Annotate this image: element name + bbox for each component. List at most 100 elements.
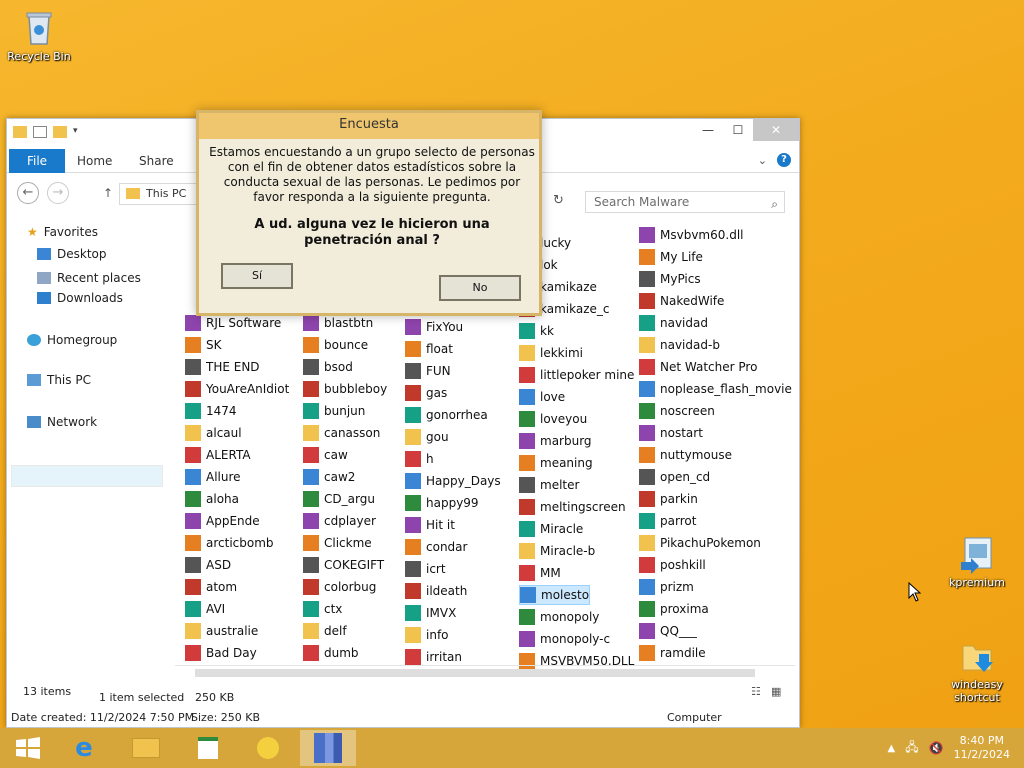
file-item[interactable]: My Life	[639, 247, 703, 267]
minimize-button[interactable]: —	[693, 119, 723, 141]
file-item[interactable]: cdplayer	[303, 511, 376, 531]
taskbar-app-active[interactable]	[300, 730, 356, 766]
help-icon[interactable]: ?	[777, 153, 791, 167]
nav-recent-places[interactable]: Recent places	[37, 271, 141, 285]
nav-network[interactable]: Network	[27, 415, 97, 429]
file-item[interactable]: ramdile	[639, 643, 706, 663]
file-item[interactable]: noscreen	[639, 401, 715, 421]
file-item[interactable]: gas	[405, 383, 447, 403]
tab-file[interactable]: File	[9, 149, 65, 173]
file-item[interactable]: Net Watcher Pro	[639, 357, 757, 377]
file-item[interactable]: Miracle-b	[519, 541, 595, 561]
file-item[interactable]: canasson	[303, 423, 380, 443]
taskbar-file-explorer[interactable]	[118, 730, 174, 766]
file-item[interactable]: monopoly	[519, 607, 599, 627]
file-item[interactable]: AVI	[185, 599, 225, 619]
no-button[interactable]: No	[439, 275, 521, 301]
file-item[interactable]: blastbtn	[303, 313, 373, 333]
properties-icon[interactable]	[33, 126, 47, 138]
chevron-up-icon[interactable]: ▲	[888, 743, 896, 754]
file-item[interactable]: aloha	[185, 489, 239, 509]
file-item[interactable]: parrot	[639, 511, 696, 531]
file-item[interactable]: YouAreAnIdiot	[185, 379, 289, 399]
file-item[interactable]: prizm	[639, 577, 694, 597]
file-item[interactable]: ALERTA	[185, 445, 251, 465]
file-item[interactable]: meltingscreen	[519, 497, 626, 517]
file-item[interactable]: proxima	[639, 599, 709, 619]
file-item[interactable]: noplease_flash_movie	[639, 379, 792, 399]
file-item[interactable]: Msvbvm60.dll	[639, 225, 743, 245]
file-item[interactable]: COKEGIFT	[303, 555, 384, 575]
file-item[interactable]: australie	[185, 621, 258, 641]
file-item[interactable]: gou	[405, 427, 449, 447]
desktop-icon-recycle-bin[interactable]: Recycle Bin	[2, 8, 76, 63]
file-item[interactable]: molesto	[519, 585, 591, 605]
nav-favorites[interactable]: ★ Favorites	[27, 225, 98, 239]
file-item[interactable]: Miracle	[519, 519, 583, 539]
file-item[interactable]: SK	[185, 335, 222, 355]
file-item[interactable]: monopoly-c	[519, 629, 610, 649]
file-item[interactable]: bounce	[303, 335, 368, 355]
large-icons-view-icon[interactable]: ▦	[771, 685, 781, 698]
desktop-icon-kpremium[interactable]: kpremium	[940, 534, 1014, 589]
file-item[interactable]: marburg	[519, 431, 592, 451]
file-item[interactable]: gonorrhea	[405, 405, 488, 425]
file-item[interactable]: loveyou	[519, 409, 587, 429]
nav-desktop[interactable]: Desktop	[37, 247, 107, 261]
file-item[interactable]: info	[405, 625, 449, 645]
file-item[interactable]: alcaul	[185, 423, 242, 443]
network-icon[interactable]: 🖧	[905, 738, 918, 759]
file-item[interactable]: Hit it	[405, 515, 455, 535]
back-button[interactable]: ←	[17, 182, 39, 204]
file-item[interactable]: float	[405, 339, 453, 359]
file-item[interactable]: irritan	[405, 647, 462, 667]
file-item[interactable]: kk	[519, 321, 554, 341]
file-item[interactable]: littlepoker mine	[519, 365, 634, 385]
details-view-icon[interactable]: ☷	[751, 685, 761, 698]
file-item[interactable]: parkin	[639, 489, 698, 509]
taskbar-app[interactable]	[240, 730, 296, 766]
file-item[interactable]: open_cd	[639, 467, 710, 487]
nav-downloads[interactable]: Downloads	[37, 291, 123, 305]
maximize-button[interactable]: ☐	[723, 119, 753, 141]
tab-home[interactable]: Home	[67, 149, 122, 173]
taskbar-internet-explorer[interactable]: e	[56, 730, 112, 766]
file-item[interactable]: Allure	[185, 467, 241, 487]
chevron-down-icon[interactable]: ⌄	[758, 154, 767, 167]
desktop-icon-windeasy[interactable]: windeasy shortcut	[940, 636, 1014, 704]
volume-muted-icon[interactable]: 🔇	[929, 741, 944, 755]
file-item[interactable]: IMVX	[405, 603, 456, 623]
file-item[interactable]: colorbug	[303, 577, 376, 597]
file-item[interactable]: Clickme	[303, 533, 372, 553]
file-item[interactable]: bunjun	[303, 401, 365, 421]
folder-icon[interactable]	[13, 126, 27, 138]
file-item[interactable]: nostart	[639, 423, 703, 443]
file-item[interactable]: RJL Software	[185, 313, 281, 333]
file-item[interactable]: bsod	[303, 357, 353, 377]
file-item[interactable]: ASD	[185, 555, 231, 575]
file-item[interactable]: MM	[519, 563, 561, 583]
horizontal-scrollbar[interactable]	[175, 665, 795, 679]
forward-button[interactable]: →	[47, 182, 69, 204]
file-item[interactable]: melter	[519, 475, 579, 495]
file-item[interactable]: arcticbomb	[185, 533, 274, 553]
file-item[interactable]: happy99	[405, 493, 479, 513]
file-item[interactable]: Bad Day	[185, 643, 257, 663]
file-item[interactable]: FUN	[405, 361, 451, 381]
file-item[interactable]: navidad	[639, 313, 708, 333]
close-button[interactable]: ✕	[753, 119, 799, 141]
tab-share[interactable]: Share	[129, 149, 184, 173]
file-item[interactable]: 1474	[185, 401, 237, 421]
file-item[interactable]: AppEnde	[185, 511, 260, 531]
file-item[interactable]: THE END	[185, 357, 260, 377]
file-item[interactable]: icrt	[405, 559, 446, 579]
nav-homegroup[interactable]: Homegroup	[27, 333, 117, 347]
file-item[interactable]: lekkimi	[519, 343, 583, 363]
new-folder-icon[interactable]	[53, 126, 67, 138]
file-item[interactable]: ctx	[303, 599, 342, 619]
file-item[interactable]: MyPics	[639, 269, 701, 289]
file-item[interactable]: PikachuPokemon	[639, 533, 761, 553]
up-arrow-icon[interactable]: ↑	[103, 186, 113, 200]
file-item[interactable]: CD_argu	[303, 489, 375, 509]
file-item[interactable]: ildeath	[405, 581, 467, 601]
